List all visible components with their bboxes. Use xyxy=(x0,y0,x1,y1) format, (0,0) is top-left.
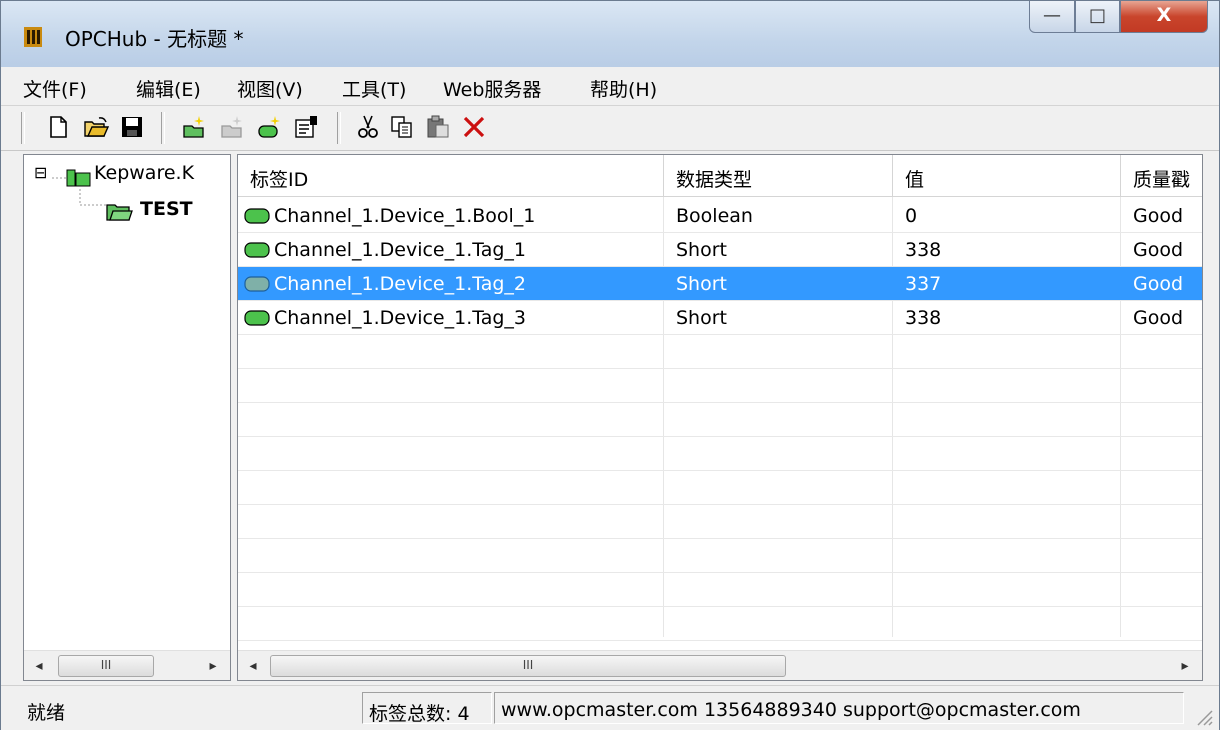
empty-row xyxy=(238,573,1202,607)
scroll-right-icon[interactable]: ▸ xyxy=(200,651,226,680)
copy-icon[interactable] xyxy=(389,114,415,140)
status-tag-count: 标签总数: 4 xyxy=(362,692,492,725)
toolbar-separator xyxy=(337,112,341,144)
empty-row xyxy=(238,539,1202,573)
server-tree: ⊟ Kepware.K TEST ◂ III ▸ xyxy=(23,154,231,681)
tag-icon xyxy=(244,310,270,326)
status-bar: 就绪 标签总数: 4 www.opcmaster.com 13564889340… xyxy=(1,685,1219,730)
toolbar xyxy=(1,106,1219,151)
minimize-button[interactable]: — xyxy=(1029,1,1075,33)
status-contact: www.opcmaster.com 13564889340 support@op… xyxy=(494,692,1184,724)
cell-quality: Good xyxy=(1133,205,1184,227)
cell-value: 338 xyxy=(905,239,942,261)
resize-grip-icon[interactable] xyxy=(1193,706,1213,726)
cell-quality: Good xyxy=(1133,307,1184,329)
cell-tag-id: Channel_1.Device_1.Tag_1 xyxy=(274,239,526,261)
cell-tag-id: Channel_1.Device_1.Tag_2 xyxy=(274,273,526,295)
empty-row xyxy=(238,505,1202,539)
tree-item-test-label: TEST xyxy=(140,198,193,220)
empty-row xyxy=(238,335,1202,369)
cell-value: 0 xyxy=(905,205,918,227)
empty-row xyxy=(238,403,1202,437)
column-header-tag-id[interactable]: 标签ID xyxy=(238,155,664,197)
toolbar-separator xyxy=(21,112,25,144)
properties-icon[interactable] xyxy=(293,114,319,140)
table-row-selected[interactable]: Channel_1.Device_1.Tag_2 Short 337 Good xyxy=(238,267,1202,301)
cell-tag-id: Channel_1.Device_1.Tag_3 xyxy=(274,307,526,329)
new-icon[interactable] xyxy=(45,114,71,140)
cell-data-type: Short xyxy=(676,307,727,329)
menu-edit[interactable]: 编辑(E) xyxy=(136,75,201,102)
column-header-data-type[interactable]: 数据类型 xyxy=(664,155,893,197)
paste-icon[interactable] xyxy=(425,114,451,140)
edit-group-icon[interactable] xyxy=(219,114,245,140)
menu-help[interactable]: 帮助(H) xyxy=(590,75,657,102)
add-tag-icon[interactable] xyxy=(257,114,283,140)
menu-view[interactable]: 视图(V) xyxy=(237,75,303,102)
open-icon[interactable] xyxy=(83,114,109,140)
cell-data-type: Short xyxy=(676,239,727,261)
cell-value: 337 xyxy=(905,273,942,295)
scroll-right-icon[interactable]: ▸ xyxy=(1172,651,1198,680)
empty-row xyxy=(238,369,1202,403)
list-scroll-thumb[interactable]: III xyxy=(270,655,786,677)
cell-data-type: Short xyxy=(676,273,727,295)
save-icon[interactable] xyxy=(119,114,145,140)
empty-row xyxy=(238,437,1202,471)
folder-icon xyxy=(106,204,133,221)
maximize-icon: □ xyxy=(1088,5,1106,26)
tag-icon xyxy=(244,242,270,258)
cell-tag-id: Channel_1.Device_1.Bool_1 xyxy=(274,205,536,227)
tree-item-root-label: Kepware.K xyxy=(94,162,195,184)
menu-file[interactable]: 文件(F) xyxy=(23,75,87,102)
minimize-icon: — xyxy=(1043,5,1061,26)
window-title: OPCHub - 无标题 * xyxy=(65,27,244,51)
empty-row xyxy=(238,471,1202,505)
column-header-quality[interactable]: 质量戳 xyxy=(1121,155,1202,197)
table-row[interactable]: Channel_1.Device_1.Tag_3 Short 338 Good xyxy=(238,301,1202,335)
cell-quality: Good xyxy=(1133,239,1184,261)
cell-quality: Good xyxy=(1133,273,1184,295)
delete-icon[interactable] xyxy=(461,114,487,140)
tag-list: 标签ID 数据类型 值 质量戳 Channel_1.Device_1.Bool_… xyxy=(237,154,1203,681)
tree-scroll-thumb[interactable]: III xyxy=(58,655,154,677)
app-window: OPCHub - 无标题 * — □ X 文件(F) 编辑(E) 视图(V) 工… xyxy=(0,0,1220,730)
server-icon xyxy=(52,169,91,187)
menu-web-server[interactable]: Web服务器 xyxy=(443,75,541,102)
maximize-button[interactable]: □ xyxy=(1075,1,1120,33)
tree-horizontal-scrollbar[interactable]: ◂ III ▸ xyxy=(24,650,230,680)
scroll-left-icon[interactable]: ◂ xyxy=(240,651,266,680)
tag-icon xyxy=(244,208,270,224)
add-group-icon[interactable] xyxy=(181,114,207,140)
tag-icon xyxy=(244,276,270,292)
tree-item-test[interactable]: TEST xyxy=(106,197,230,227)
toolbar-separator xyxy=(161,112,165,144)
cell-value: 338 xyxy=(905,307,942,329)
close-icon: X xyxy=(1156,4,1172,26)
cell-data-type: Boolean xyxy=(676,205,753,227)
empty-row xyxy=(238,607,1202,641)
title-bar[interactable]: OPCHub - 无标题 * — □ X xyxy=(1,1,1219,67)
table-row[interactable]: Channel_1.Device_1.Tag_1 Short 338 Good xyxy=(238,233,1202,267)
menu-bar: 文件(F) 编辑(E) 视图(V) 工具(T) Web服务器 帮助(H) xyxy=(1,69,1219,106)
list-horizontal-scrollbar[interactable]: ◂ III ▸ xyxy=(238,650,1202,680)
collapse-icon[interactable]: ⊟ xyxy=(34,163,47,182)
tree-item-root[interactable]: ⊟ Kepware.K xyxy=(28,161,230,191)
close-button[interactable]: X xyxy=(1120,1,1208,33)
app-icon xyxy=(24,27,42,47)
scroll-left-icon[interactable]: ◂ xyxy=(26,651,52,680)
menu-tools[interactable]: 工具(T) xyxy=(342,75,406,102)
table-row[interactable]: Channel_1.Device_1.Bool_1 Boolean 0 Good xyxy=(238,199,1202,233)
cut-icon[interactable] xyxy=(355,114,381,140)
status-ready: 就绪 xyxy=(27,702,66,724)
column-header-value[interactable]: 值 xyxy=(893,155,1121,197)
